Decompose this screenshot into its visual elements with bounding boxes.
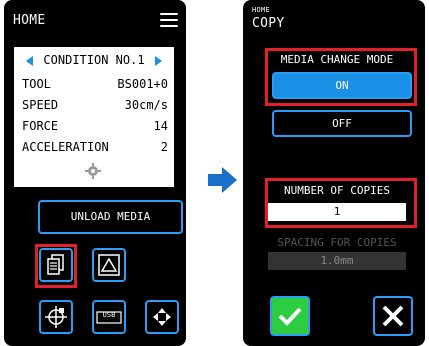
usb-label: USB [102, 311, 116, 319]
acceleration-row: ACCELERATION 2 [22, 140, 168, 156]
unload-media-button[interactable]: UNLOAD MEDIA [38, 200, 183, 234]
cancel-button[interactable] [373, 296, 413, 336]
usb-button[interactable]: USB [92, 300, 126, 334]
triangle-icon [98, 254, 120, 276]
off-button[interactable]: OFF [272, 110, 412, 137]
spacing-label: SPACING FOR COPIES [277, 236, 397, 249]
check-icon [272, 298, 308, 334]
copy-screen: HOME COPY MEDIA CHANGE MODE ON OFF NUMBE… [243, 0, 425, 346]
screen-title: COPY [252, 16, 285, 31]
row-value: 14 [153, 119, 168, 133]
force-row: FORCE 14 [22, 119, 168, 135]
spacing-input: 1.0mm [268, 252, 406, 270]
row-key: TOOL [22, 77, 51, 91]
row-key: ACCELERATION [22, 140, 109, 154]
speed-row: SPEED 30cm/s [22, 98, 168, 114]
row-key: SPEED [22, 98, 59, 112]
row-value: 2 [160, 140, 168, 154]
origin-icon [45, 306, 67, 328]
copies-label: NUMBER OF COPIES [284, 184, 390, 197]
gear-icon[interactable] [85, 163, 101, 179]
home-screen: HOME CONDITION NO.1 TOOL BS001+0 SPEED 3… [4, 0, 186, 346]
row-value: BS001+0 [117, 77, 168, 91]
condition-label: CONDITION NO.1 [43, 53, 145, 67]
triangle-button[interactable] [92, 248, 126, 282]
row-value: 30cm/s [124, 98, 168, 112]
copy-button[interactable] [39, 248, 73, 282]
right-arrow-icon [208, 167, 237, 193]
tool-row: TOOL BS001+0 [22, 77, 168, 93]
row-key: FORCE [22, 119, 59, 133]
condition-card: CONDITION NO.1 TOOL BS001+0 SPEED 30cm/s… [14, 47, 174, 187]
menu-icon[interactable] [160, 13, 178, 27]
copy-icon [47, 254, 64, 275]
breadcrumb: HOME [252, 6, 271, 14]
copies-input[interactable]: 1 [268, 203, 406, 221]
move-button[interactable] [145, 300, 179, 334]
confirm-button[interactable] [270, 296, 310, 336]
next-condition-arrow-icon[interactable] [155, 56, 162, 66]
screen-title: HOME [13, 13, 46, 28]
move-arrows-icon [153, 308, 171, 326]
origin-button[interactable] [39, 300, 73, 334]
media-change-label: MEDIA CHANGE MODE [280, 53, 394, 66]
on-button[interactable]: ON [272, 72, 412, 99]
close-icon [382, 305, 404, 327]
